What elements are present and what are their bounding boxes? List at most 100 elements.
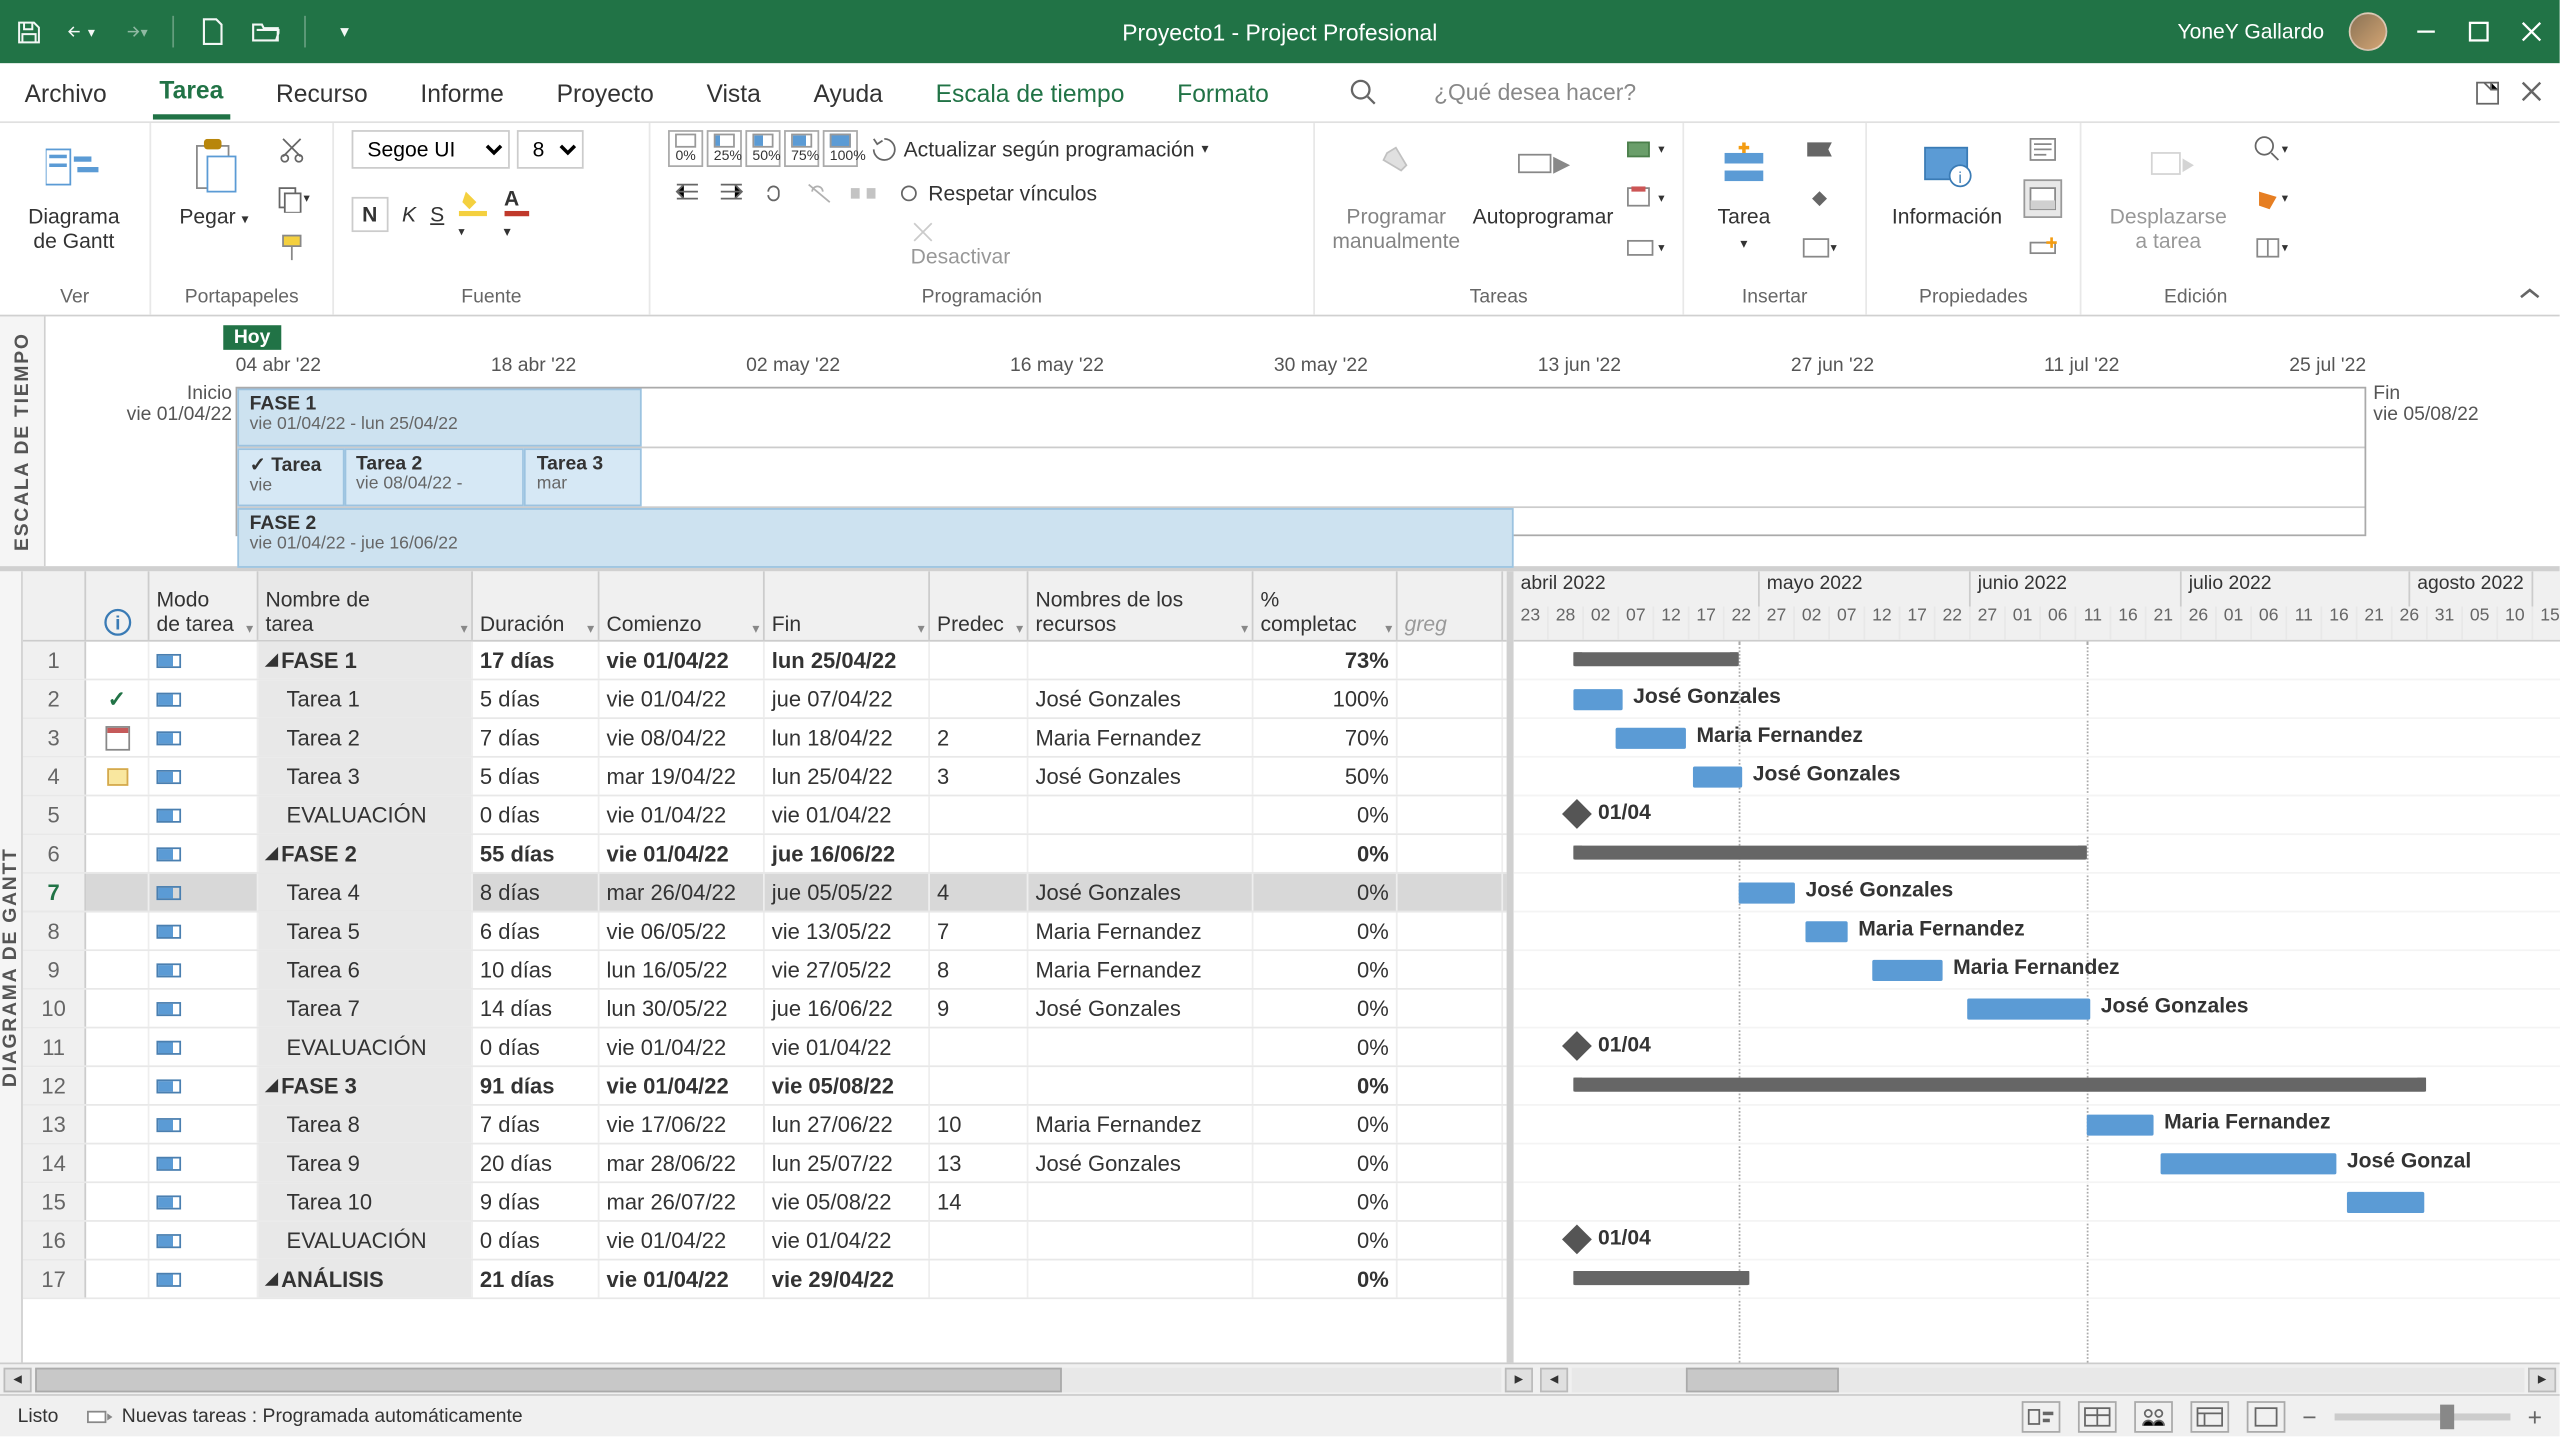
timeline-tarea3[interactable]: Tarea 3mar [524, 448, 641, 506]
task-bar[interactable]: José Gonzales [1967, 999, 2090, 1020]
task-row[interactable]: 1◢FASE 117 díasvie 01/04/22lun 25/04/227… [23, 642, 1507, 681]
share-icon[interactable] [2475, 80, 2500, 105]
view-gantt-icon[interactable] [2021, 1400, 2060, 1432]
view-team-icon[interactable] [2134, 1400, 2173, 1432]
task-row[interactable]: 16EVALUACIÓN0 díasvie 01/04/22vie 01/04/… [23, 1222, 1507, 1261]
gantt-scroll-left-btn[interactable]: ◄ [1540, 1367, 1568, 1392]
indent-icon[interactable] [712, 174, 751, 213]
summary-bar[interactable] [1573, 846, 2086, 860]
task-row[interactable]: 7Tarea 48 díasmar 26/04/22jue 05/05/224J… [23, 874, 1507, 913]
scroll-to-task-button[interactable]: Desplazarse a tarea [2099, 130, 2237, 261]
col-dur[interactable]: Duración▾ [473, 571, 600, 640]
copy-icon[interactable]: ▾ [273, 179, 312, 218]
pct-50-button[interactable]: 50% [745, 130, 780, 167]
collapse-ribbon-icon[interactable] [2517, 287, 2542, 305]
unlink-icon[interactable] [800, 174, 839, 213]
gantt-view-button[interactable]: Diagrama de Gantt [18, 130, 131, 261]
bold-button[interactable]: N [352, 196, 388, 231]
task-bar[interactable]: Maria Fernandez [1805, 921, 1847, 942]
open-icon[interactable] [251, 18, 279, 46]
col-end[interactable]: Fin▾ [765, 571, 930, 640]
tab-tarea[interactable]: Tarea [152, 65, 230, 119]
task-bar[interactable]: José Gonzales [1693, 766, 1742, 787]
summary-bar[interactable] [1573, 1078, 2426, 1092]
update-sched-button[interactable]: Actualizar según programación ▾ [872, 136, 1209, 161]
gantt-scroll-track[interactable] [1572, 1367, 2525, 1392]
task-row[interactable]: 2✓Tarea 15 díasvie 01/04/22jue 07/04/22J… [23, 680, 1507, 719]
col-pred[interactable]: Predec▾ [930, 571, 1028, 640]
move-icon[interactable]: ▾ [1626, 179, 1665, 218]
col-extra[interactable]: greg [1398, 571, 1503, 640]
task-row[interactable]: 15Tarea 109 díasmar 26/07/22vie 05/08/22… [23, 1183, 1507, 1222]
col-res[interactable]: Nombres de los recursos▾ [1028, 571, 1253, 640]
paste-button[interactable]: Pegar ▾ [169, 130, 259, 236]
italic-button[interactable]: K [402, 201, 416, 226]
task-row[interactable]: 8Tarea 56 díasvie 06/05/22vie 13/05/227M… [23, 912, 1507, 951]
task-row[interactable]: 3Tarea 27 díasvie 08/04/22lun 18/04/222M… [23, 719, 1507, 758]
deliverable-icon[interactable]: ▾ [1800, 229, 1839, 268]
maximize-icon[interactable] [2465, 18, 2493, 46]
qat-dropdown-icon[interactable]: ▾ [331, 18, 359, 46]
save-icon[interactable] [14, 18, 42, 46]
link-icon[interactable] [756, 174, 795, 213]
zoom-in-icon[interactable]: + [2528, 1402, 2542, 1430]
scroll-left-btn[interactable]: ◄ [4, 1367, 32, 1392]
tab-escala[interactable]: Escala de tiempo [929, 68, 1132, 117]
zoom-out-icon[interactable]: − [2302, 1402, 2316, 1430]
timeline-fase1[interactable]: FASE 1vie 01/04/22 - lun 25/04/22 [237, 389, 641, 447]
col-info[interactable]: i [86, 571, 149, 640]
task-row[interactable]: 5EVALUACIÓN0 díasvie 01/04/22vie 01/04/2… [23, 796, 1507, 835]
fill-icon[interactable]: ▾ [2251, 229, 2290, 268]
timeline-tarea1[interactable]: ✓ Tareavie [237, 448, 343, 506]
gantt-scroll-right-btn[interactable]: ► [2528, 1367, 2556, 1392]
summary-bar[interactable] [1573, 1271, 1749, 1285]
tab-ayuda[interactable]: Ayuda [806, 68, 889, 117]
tab-proyecto[interactable]: Proyecto [550, 68, 661, 117]
task-row[interactable]: 9Tarea 610 díaslun 16/05/22vie 27/05/228… [23, 951, 1507, 990]
zoom-slider[interactable] [2334, 1413, 2510, 1420]
milestone-marker[interactable] [1562, 1224, 1592, 1254]
underline-button[interactable]: S [430, 201, 444, 226]
summary-icon[interactable] [1800, 130, 1839, 169]
task-row[interactable]: 11EVALUACIÓN0 díasvie 01/04/22vie 01/04/… [23, 1028, 1507, 1067]
task-bar[interactable]: José Gonzal [2161, 1153, 2337, 1174]
summary-bar[interactable] [1573, 652, 1738, 666]
task-row[interactable]: 12◢FASE 391 díasvie 01/04/22vie 05/08/22… [23, 1067, 1507, 1106]
undo-icon[interactable]: ▾ [67, 18, 95, 46]
task-row[interactable]: 17◢ANÁLISIS21 díasvie 01/04/22vie 29/04/… [23, 1260, 1507, 1299]
tab-informe[interactable]: Informe [413, 68, 511, 117]
pct-0-button[interactable]: 0% [668, 130, 703, 167]
pct-100-button[interactable]: 100% [823, 130, 858, 167]
auto-schedule-button[interactable]: Autoprogramar [1474, 130, 1612, 236]
tab-archivo[interactable]: Archivo [18, 68, 114, 117]
status-newtasks[interactable]: Nuevas tareas : Programada automáticamen… [87, 1406, 523, 1427]
tab-vista[interactable]: Vista [699, 68, 767, 117]
task-bar[interactable]: José Gonzales [1739, 883, 1795, 904]
col-name[interactable]: Nombre de tarea▾ [258, 571, 472, 640]
inspect-icon[interactable]: ▾ [1626, 130, 1665, 169]
manual-schedule-button[interactable]: Programar manualmente [1333, 130, 1460, 261]
task-bar[interactable] [2347, 1192, 2424, 1213]
find-icon[interactable]: ▾ [2251, 130, 2290, 169]
minimize-icon[interactable] [2412, 18, 2440, 46]
insert-task-button[interactable]: Tarea▾ [1702, 130, 1786, 261]
view-usage-icon[interactable] [2077, 1400, 2116, 1432]
task-row[interactable]: 4Tarea 35 díasmar 19/04/22lun 25/04/223J… [23, 758, 1507, 797]
search-icon[interactable] [1350, 78, 1378, 106]
details-icon[interactable] [2023, 179, 2062, 218]
tab-recurso[interactable]: Recurso [269, 68, 375, 117]
font-color-button[interactable]: A▾ [504, 186, 529, 240]
col-mode[interactable]: Modo de tarea▾ [149, 571, 258, 640]
milestone-marker[interactable] [1562, 799, 1592, 829]
information-button[interactable]: i Información [1885, 130, 2010, 236]
tab-formato[interactable]: Formato [1170, 68, 1276, 117]
view-report-icon[interactable] [2246, 1400, 2285, 1432]
scroll-right-btn[interactable]: ► [1505, 1367, 1533, 1392]
task-bar[interactable]: José Gonzales [1573, 689, 1622, 710]
task-bar[interactable]: Maria Fernandez [1616, 728, 1686, 749]
task-row[interactable]: 6◢FASE 255 díasvie 01/04/22jue 16/06/220… [23, 835, 1507, 874]
view-resource-icon[interactable] [2190, 1400, 2229, 1432]
window-close-icon[interactable] [2521, 80, 2542, 105]
timeline-fase2[interactable]: FASE 2vie 01/04/22 - jue 16/06/22 [237, 508, 1513, 568]
timeline-tarea2[interactable]: Tarea 2vie 08/04/22 - [344, 448, 525, 506]
